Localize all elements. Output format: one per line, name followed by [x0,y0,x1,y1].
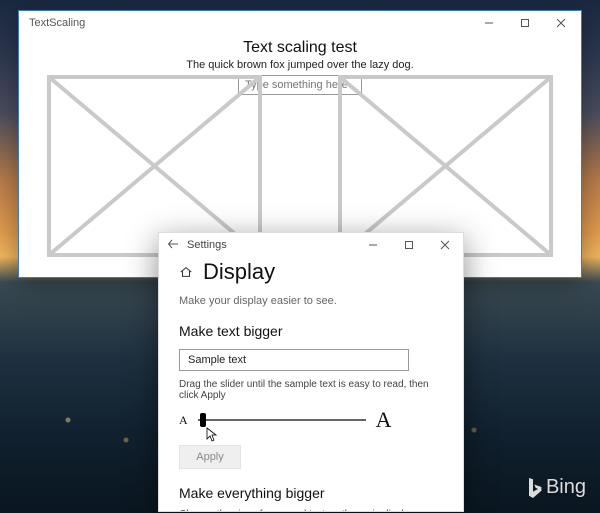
ts-close-button[interactable] [543,11,579,35]
minimize-icon [368,240,378,250]
make-everything-bigger-heading: Make everything bigger [179,485,443,501]
text-scaling-titlebar[interactable]: TextScaling [19,11,581,35]
back-arrow-icon [167,238,179,250]
ts-maximize-button[interactable] [507,11,543,35]
settings-page-description: Make your display easier to see. [179,295,443,307]
close-icon [440,240,450,250]
text-scaling-heading: Text scaling test [243,39,357,57]
bing-watermark-text: Bing [546,476,586,499]
settings-back-button[interactable] [167,238,179,253]
cursor-icon [206,427,218,443]
settings-titlebar[interactable]: Settings [159,233,463,257]
make-text-bigger-heading: Make text bigger [179,323,443,339]
maximize-icon [520,18,530,28]
bing-watermark: Bing [526,476,586,499]
text-size-slider[interactable] [198,419,366,421]
st-maximize-button[interactable] [391,233,427,257]
maximize-icon [404,240,414,250]
st-close-button[interactable] [427,233,463,257]
make-everything-bigger-description: Change the size of apps and text on the … [179,509,443,511]
image-placeholder-right [338,75,553,257]
text-scaling-sample-text: The quick brown fox jumped over the lazy… [186,59,413,71]
settings-title: Settings [187,239,227,251]
sample-text-field: Sample text [179,349,409,371]
sample-text-value: Sample text [188,354,246,366]
bing-icon [526,478,542,498]
slider-label-large-a: A [376,407,392,433]
ts-minimize-button[interactable] [471,11,507,35]
home-icon[interactable] [179,265,193,279]
slider-thumb[interactable] [200,413,206,427]
st-minimize-button[interactable] [355,233,391,257]
settings-window: Settings Display Make your display easie… [158,232,464,512]
slider-label-small-a: A [179,413,188,428]
slider-instruction: Drag the slider until the sample text is… [179,379,443,401]
settings-page-heading: Display [203,259,275,285]
close-icon [556,18,566,28]
text-scaling-title: TextScaling [29,17,85,29]
image-placeholder-left [47,75,262,257]
minimize-icon [484,18,494,28]
apply-button[interactable]: Apply [179,445,241,469]
apply-button-label: Apply [196,451,224,463]
